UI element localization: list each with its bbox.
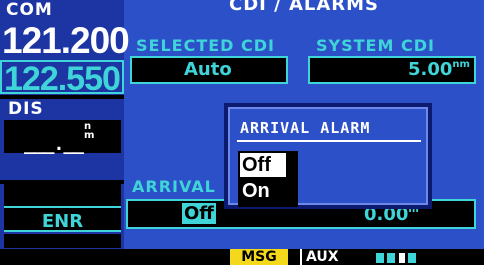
- status-bar: MSG AUX: [0, 249, 484, 265]
- dis-field: ___.__ nm: [4, 120, 121, 155]
- gps-screen: COM 121.200 122.550 DIS ___.__ nm ENR CD…: [0, 0, 484, 265]
- mode-indicator: ENR: [4, 206, 121, 232]
- option-list: Off On: [238, 151, 298, 207]
- system-cdi-label: SYSTEM CDI: [316, 36, 435, 55]
- option-off[interactable]: Off: [240, 153, 286, 177]
- mode-label: ENR: [41, 211, 84, 232]
- com-standby-frequency[interactable]: 122.550: [0, 60, 124, 98]
- arrival-label: ARRIVAL: [132, 177, 216, 196]
- empty-field: [4, 234, 121, 248]
- system-cdi-unit: nm: [452, 59, 470, 70]
- page-dot: [376, 253, 384, 263]
- selected-cdi-value: Auto: [184, 59, 232, 80]
- page-dot-active: [399, 253, 405, 263]
- dis-unit: nm: [84, 121, 95, 141]
- system-cdi-field[interactable]: 5.00nm: [308, 56, 476, 84]
- msg-annunciator[interactable]: MSG: [230, 249, 288, 265]
- left-status-column: COM 121.200 122.550 DIS ___.__ nm ENR: [0, 0, 130, 265]
- dis-label: DIS: [8, 99, 44, 119]
- com-standby-value: 122.550: [4, 60, 121, 98]
- popup-divider: [237, 140, 421, 142]
- popup-title: ARRIVAL ALARM: [240, 119, 371, 137]
- selected-cdi-field[interactable]: Auto: [130, 56, 288, 84]
- dis-value: ___.__: [24, 134, 84, 155]
- com-active-frequency: 121.200: [2, 20, 130, 61]
- selected-cdi-label: SELECTED CDI: [136, 36, 275, 55]
- system-cdi-value: 5.00nm: [408, 59, 470, 80]
- option-on[interactable]: On: [240, 179, 270, 203]
- arrival-value[interactable]: Off: [182, 203, 216, 224]
- page-dot: [408, 253, 416, 263]
- com-label: COM: [6, 0, 53, 20]
- arrival-alarm-popup: ARRIVAL ALARM Off On: [224, 103, 432, 209]
- page-title: CDI / ALARMS: [228, 0, 380, 15]
- empty-field: [4, 184, 121, 206]
- page-group-label: AUX: [300, 249, 339, 265]
- page-dot: [387, 253, 395, 263]
